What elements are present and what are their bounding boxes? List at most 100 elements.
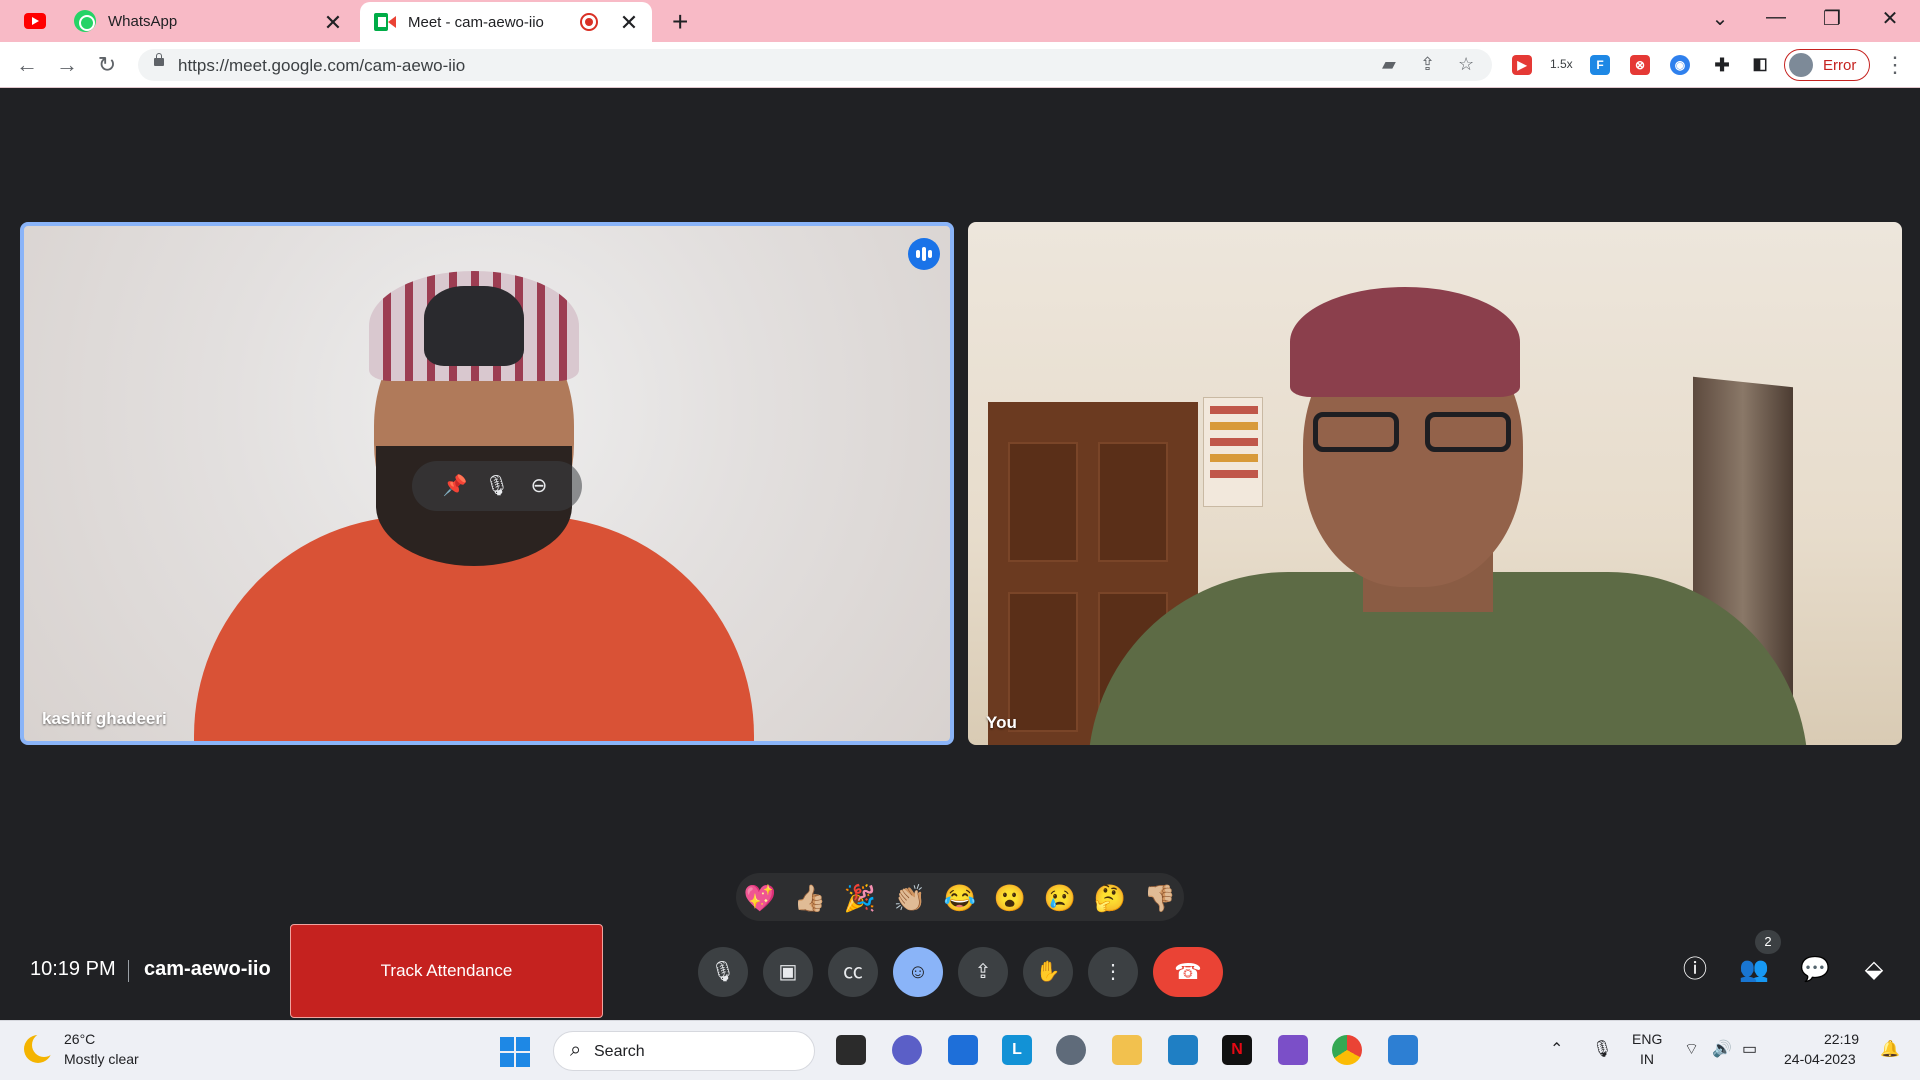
back-button[interactable]: ←	[12, 50, 42, 80]
remove-participant-icon[interactable]: ⊖	[526, 473, 552, 499]
track-attendance-button[interactable]: Track Attendance	[290, 924, 603, 1018]
microphone-in-use-icon[interactable]: 🎙	[1592, 1039, 1612, 1059]
weather-description[interactable]: Mostly clear	[64, 1051, 139, 1067]
close-icon[interactable]: ✕	[618, 10, 640, 36]
camera-button[interactable]: ▣	[763, 947, 813, 997]
browser-toolbar: ← → ↻ https://meet.google.com/cam-aewo-i…	[0, 42, 1920, 88]
chrome-icon[interactable]	[1332, 1035, 1362, 1065]
more-options-button[interactable]: ⋮	[1088, 947, 1138, 997]
side-panel-icon[interactable]: ◧	[1750, 55, 1770, 75]
task-view-icon[interactable]	[836, 1035, 866, 1065]
moon-weather-icon[interactable]	[24, 1033, 56, 1063]
blue-extension-icon[interactable]: ◉	[1670, 55, 1690, 75]
url-text[interactable]: https://meet.google.com/cam-aewo-iio	[178, 56, 465, 76]
reactions-button[interactable]: ☺	[893, 947, 943, 997]
restore-button[interactable]: ❐	[1812, 6, 1852, 31]
reload-button[interactable]: ↻	[92, 50, 122, 80]
reaction-laugh[interactable]: 😂	[942, 880, 978, 916]
microsoft-store-icon[interactable]	[948, 1035, 978, 1065]
pin-icon[interactable]: 📌	[442, 473, 468, 499]
show-hidden-icons-chevron[interactable]: ⌃	[1550, 1039, 1563, 1059]
netflix-icon[interactable]: N	[1222, 1035, 1252, 1065]
people-count-badge: 2	[1755, 930, 1781, 954]
weather-temperature[interactable]: 26°C	[64, 1031, 95, 1047]
lock-icon	[154, 53, 164, 66]
photos-icon[interactable]	[1388, 1035, 1418, 1065]
reaction-thinking[interactable]: 🤔	[1092, 880, 1128, 916]
tab-youtube[interactable]	[0, 0, 60, 42]
whatsapp-icon	[74, 10, 96, 32]
address-bar[interactable]: https://meet.google.com/cam-aewo-iio ▰ ⇪…	[138, 49, 1492, 81]
video-cap	[1290, 287, 1520, 397]
red-extension-icon[interactable]: ⊗	[1630, 55, 1650, 75]
minimize-button[interactable]: —	[1756, 6, 1796, 29]
recording-icon	[580, 13, 598, 31]
activities-button[interactable]: ⬙	[1856, 952, 1892, 988]
chat-icon: 💬	[1800, 956, 1830, 983]
tile-hover-controls: 📌 🎙 ⊖	[412, 461, 582, 511]
mute-participant-icon[interactable]: 🎙	[484, 473, 510, 499]
divider	[128, 960, 129, 982]
reaction-thumbs-down[interactable]: 👎🏼	[1142, 880, 1178, 916]
playback-speed-extension[interactable]: 1.5x	[1550, 57, 1573, 71]
f-extension-icon[interactable]: F	[1590, 55, 1610, 75]
wifi-icon[interactable]: ⌔	[1684, 1039, 1699, 1059]
windows-start-icon[interactable]	[500, 1037, 530, 1067]
settings-gear-icon[interactable]	[1056, 1035, 1086, 1065]
chat-button[interactable]: 💬	[1797, 952, 1833, 988]
prime-video-icon[interactable]	[1168, 1035, 1198, 1065]
battery-icon[interactable]: ▭	[1742, 1039, 1757, 1059]
input-language[interactable]: ENG	[1632, 1031, 1662, 1047]
speaking-indicator-icon	[908, 238, 940, 270]
clipchamp-icon[interactable]	[1278, 1035, 1308, 1065]
video-wall-calendar	[1203, 397, 1263, 507]
reaction-party[interactable]: 🎉	[842, 880, 878, 916]
meeting-details-button[interactable]: ⓘ	[1677, 952, 1713, 988]
notifications-icon[interactable]: 🔔	[1880, 1039, 1900, 1059]
participant-tile-you[interactable]: You	[968, 222, 1902, 745]
captions-button[interactable]: ㏄	[828, 947, 878, 997]
meeting-time: 10:19 PM	[30, 958, 116, 980]
file-explorer-icon[interactable]	[1112, 1035, 1142, 1065]
share-icon[interactable]: ⇪	[1420, 54, 1435, 75]
microphone-button[interactable]: 🎙	[698, 947, 748, 997]
youtube-extension-icon[interactable]: ▶	[1512, 55, 1532, 75]
leave-call-button[interactable]: ☎	[1153, 947, 1223, 997]
forward-button[interactable]: →	[52, 50, 82, 80]
reaction-surprised[interactable]: 😮	[992, 880, 1028, 916]
browser-tab-strip: WhatsApp ✕ Meet - cam-aewo-iio ✕ + ⌄ — ❐…	[0, 0, 1920, 42]
hang-up-icon: ☎	[1174, 959, 1202, 984]
participant-tile-kashif[interactable]: 📌 🎙 ⊖ kashif ghadeeri	[20, 222, 954, 745]
input-region[interactable]: IN	[1640, 1051, 1654, 1067]
taskbar-clock-date[interactable]: 24-04-2023	[1784, 1051, 1856, 1067]
video-glasses	[1313, 412, 1513, 452]
tab-title: WhatsApp	[108, 12, 178, 30]
raise-hand-button[interactable]: ✋	[1023, 947, 1073, 997]
reaction-thumbs-up[interactable]: 👍🏼	[792, 880, 828, 916]
chrome-menu-icon[interactable]: ⋮	[1884, 52, 1906, 78]
close-icon[interactable]: ✕	[322, 10, 344, 36]
taskbar-search[interactable]: ⌕ Search	[553, 1031, 815, 1071]
people-button[interactable]: 👥	[1736, 952, 1772, 988]
present-screen-button[interactable]: ⇪	[958, 947, 1008, 997]
closed-captions-icon: ㏄	[843, 961, 863, 983]
taskbar-clock-time[interactable]: 22:19	[1824, 1031, 1859, 1047]
volume-icon[interactable]: 🔊	[1712, 1039, 1732, 1059]
teams-chat-icon[interactable]	[892, 1035, 922, 1065]
bookmark-star-icon[interactable]: ☆	[1458, 54, 1474, 75]
tab-whatsapp[interactable]: WhatsApp ✕	[60, 0, 358, 42]
tab-meet[interactable]: Meet - cam-aewo-iio ✕	[360, 2, 652, 42]
close-window-button[interactable]: ✕	[1870, 6, 1910, 31]
puzzle-extensions-icon[interactable]: ✚	[1712, 55, 1732, 75]
reaction-sad[interactable]: 😢	[1042, 880, 1078, 916]
reaction-clap[interactable]: 👏🏼	[892, 880, 928, 916]
new-tab-button[interactable]: +	[672, 6, 688, 38]
reaction-heart[interactable]: 💖	[742, 880, 778, 916]
reactions-bar: 💖 👍🏼 🎉 👏🏼 😂 😮 😢 🤔 👎🏼	[736, 873, 1184, 921]
profile-button[interactable]: Error	[1784, 49, 1870, 81]
l-app-icon[interactable]: L	[1002, 1035, 1032, 1065]
hand-icon: ✋	[1035, 961, 1061, 983]
tab-search-chevron-icon[interactable]: ⌄	[1700, 6, 1740, 31]
camera-in-use-icon[interactable]: ▰	[1382, 54, 1396, 75]
youtube-icon	[24, 13, 46, 29]
